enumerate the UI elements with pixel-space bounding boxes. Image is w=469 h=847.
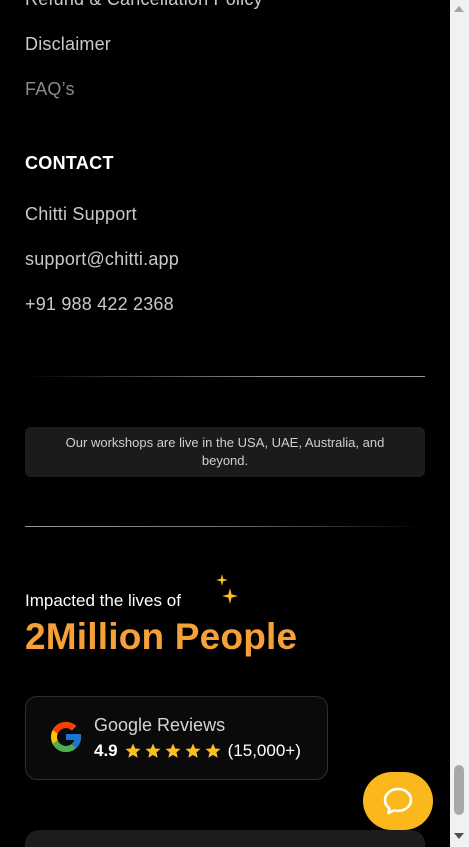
star-icon: [145, 743, 161, 758]
impact-number: 2Million People: [25, 616, 298, 657]
disclaimer-link[interactable]: Disclaimer: [25, 34, 111, 55]
divider-bottom: [25, 526, 425, 527]
scrollbar-thumb[interactable]: [454, 765, 464, 815]
star-icon: [165, 743, 181, 758]
scroll-down-arrow-icon[interactable]: [454, 833, 464, 839]
review-count: (15,000+): [227, 741, 301, 760]
google-reviews-title: Google Reviews: [94, 715, 226, 735]
workshop-notice-text: Our workshops are live in the USA, UAE, …: [65, 435, 385, 468]
scroll-up-arrow-icon[interactable]: [454, 6, 464, 12]
rating-value: 4.9: [94, 741, 118, 760]
rating-row: 4.9 (15,000+): [94, 741, 301, 761]
next-section-card: [25, 830, 425, 847]
star-icon: [185, 743, 201, 758]
star-icon: [205, 743, 221, 758]
scrollbar[interactable]: [450, 0, 469, 847]
divider-top: [25, 376, 425, 377]
google-reviews-card[interactable]: Google Reviews 4.9 (15,000+): [25, 696, 328, 780]
sparkle-icon: [216, 574, 238, 604]
faq-link[interactable]: FAQ’s: [25, 79, 75, 100]
refund-policy-link[interactable]: Refund & Cancellation Policy: [25, 0, 263, 10]
impact-label: Impacted the lives of: [25, 591, 181, 610]
workshop-notice: Our workshops are live in the USA, UAE, …: [25, 427, 425, 477]
contact-support-name: Chitti Support: [25, 204, 137, 224]
google-icon: [51, 722, 81, 752]
chat-icon: [383, 787, 413, 815]
chat-button[interactable]: [363, 772, 433, 830]
star-icon: [125, 743, 141, 758]
contact-phone-link[interactable]: +91 988 422 2368: [25, 294, 174, 315]
contact-email-link[interactable]: support@chitti.app: [25, 249, 179, 270]
footer-page: Refund & Cancellation Policy Disclaimer …: [0, 0, 450, 847]
star-rating: [124, 742, 222, 760]
contact-heading: CONTACT: [25, 153, 114, 173]
